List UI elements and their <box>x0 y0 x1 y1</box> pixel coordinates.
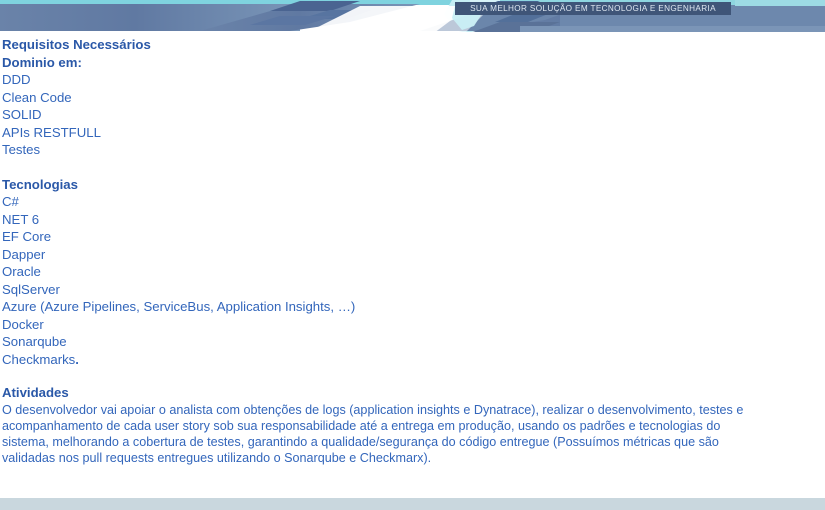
section-atividades: Atividades O desenvolvedor vai apoiar o … <box>0 384 825 466</box>
paragraph-line: acompanhamento de cada user story sob su… <box>2 418 721 433</box>
requisitos-subtitle-text: Dominio em <box>2 54 78 70</box>
atividades-title: Atividades <box>2 385 69 400</box>
list-item: Azure (Azure Pipelines, ServiceBus, Appl… <box>2 299 356 314</box>
paragraph-line: sistema, melhorando a cobertura de teste… <box>2 434 719 449</box>
page-footer-bar <box>0 498 825 510</box>
list-item: C# <box>2 194 19 209</box>
list-item: Dapper <box>2 246 46 262</box>
list-item: APIs RESTFULL <box>2 124 101 140</box>
list-item: Clean Code <box>2 89 72 105</box>
paragraph-line: O desenvolvedor vai apoiar o analista co… <box>2 402 744 417</box>
list-item: DDD <box>2 72 31 87</box>
list-item: Oracle <box>2 264 41 279</box>
list-item: Docker <box>2 316 44 332</box>
section-tecnologias: Tecnologias C# NET 6 EF Core Dapper Orac… <box>0 176 825 369</box>
tecnologias-title: Tecnologias <box>2 176 78 192</box>
list-item: EF Core <box>2 229 52 244</box>
header-tagline: SUA MELHOR SOLUÇÃO EM TECNOLOGIA E ENGEN… <box>455 2 731 15</box>
list-item: NET 6 <box>2 211 40 227</box>
list-item-period: . <box>75 351 79 367</box>
list-item-label: Checkmarks <box>2 351 76 367</box>
requisitos-title: Requisitos Necessários <box>2 37 151 52</box>
list-item: SqlServer <box>2 281 60 297</box>
list-item: Testes <box>2 142 41 157</box>
requisitos-subtitle-colon: : <box>77 54 82 70</box>
paragraph-line: validadas nos pull requests entregues ut… <box>2 451 432 466</box>
job-description-content: Requisitos Necessários Dominio em: DDD C… <box>0 36 825 466</box>
list-item: SOLID <box>2 107 42 122</box>
requisitos-subtitle: Dominio em: <box>2 54 823 72</box>
page-header-banner: SUA MELHOR SOLUÇÃO EM TECNOLOGIA E ENGEN… <box>0 0 825 36</box>
section-requisitos: Requisitos Necessários Dominio em: DDD C… <box>0 36 825 159</box>
list-item: Sonarqube <box>2 334 67 349</box>
list-item-last: Checkmarks. <box>2 351 823 369</box>
